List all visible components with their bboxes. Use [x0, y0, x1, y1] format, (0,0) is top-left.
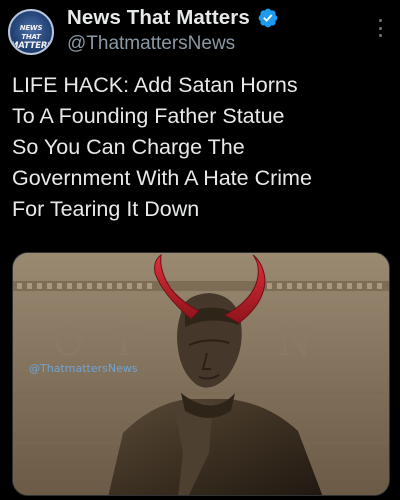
more-dot-icon — [378, 19, 382, 22]
handle[interactable]: @ThatmattersNews — [67, 33, 235, 55]
display-name[interactable]: News That Matters — [67, 6, 250, 30]
avatar-text-line2: MATTERS — [10, 41, 54, 51]
more-dot-icon — [378, 26, 382, 30]
tweet-text: LIFE HACK: Add Satan Horns To A Founding… — [12, 73, 312, 221]
image-watermark: @ThatmattersNews — [29, 362, 138, 375]
more-options-button[interactable] — [372, 16, 388, 40]
tweet-media-image[interactable]: O F N @ThatmattersNews — [12, 252, 390, 496]
tweet-card: NEWS THAT MATTERS News That Matters @Tha… — [0, 0, 400, 500]
more-dot-icon — [378, 34, 382, 37]
avatar-text-line1: NEWS THAT — [19, 24, 43, 41]
wall-inscription: O F — [53, 320, 153, 364]
verified-badge-icon — [258, 8, 278, 28]
wall-inscription-right: N — [278, 320, 311, 364]
tweet-header: NEWS THAT MATTERS News That Matters @Tha… — [0, 0, 400, 62]
avatar[interactable]: NEWS THAT MATTERS — [8, 9, 54, 55]
name-row: News That Matters — [67, 4, 279, 32]
avatar-logo-text: NEWS THAT MATTERS — [10, 24, 52, 51]
